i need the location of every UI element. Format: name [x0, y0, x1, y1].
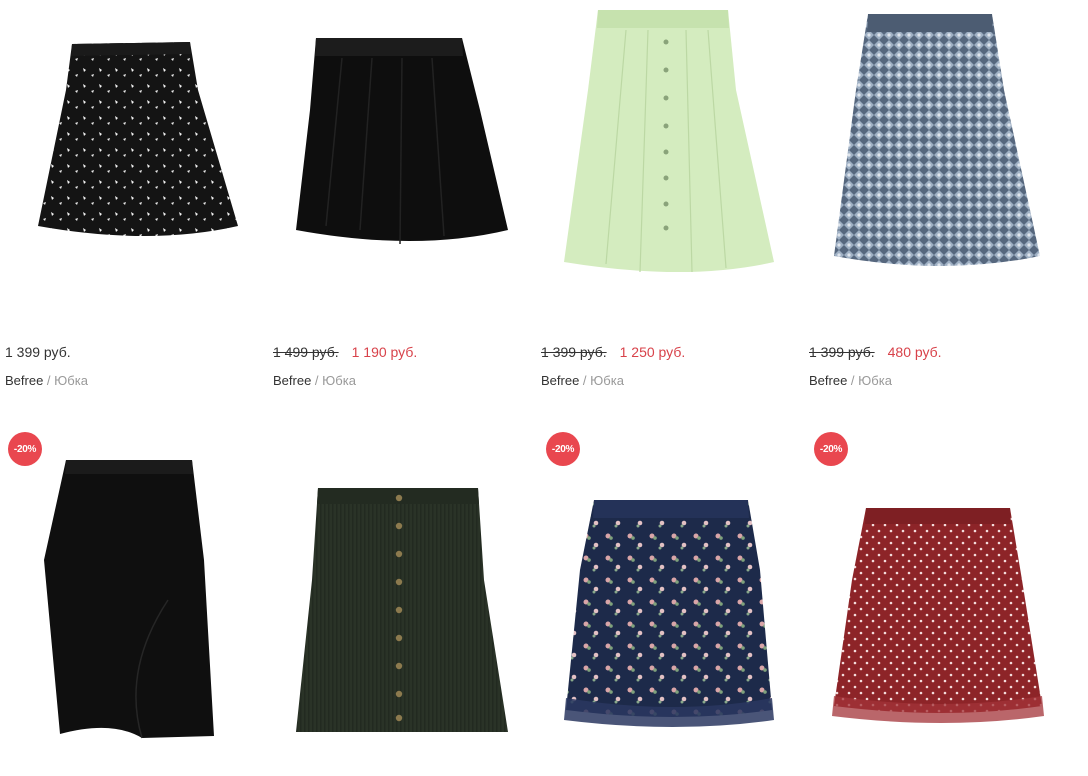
- separator: /: [847, 373, 859, 388]
- brand-category: Befree / Юбка: [809, 373, 892, 388]
- product-card[interactable]: 1 499 руб. 1 190 руб. Befree / Юбка: [268, 0, 536, 400]
- separator: /: [43, 373, 55, 388]
- brand-link[interactable]: Befree: [541, 373, 579, 388]
- price: 1 399 руб.: [5, 344, 71, 360]
- old-price: 1 499 руб.: [273, 344, 339, 360]
- discount-badge: -20%: [546, 432, 580, 466]
- separator: /: [311, 373, 323, 388]
- product-grid: 1 399 руб. Befree / Юбка 1 499 руб. 1 190…: [0, 0, 1088, 776]
- brand-category: Befree / Юбка: [5, 373, 88, 388]
- product-card[interactable]: 1 399 руб. 480 руб. Befree / Юбка: [804, 0, 1072, 400]
- brand-link[interactable]: Befree: [809, 373, 847, 388]
- sale-price: 1 190 руб.: [351, 344, 418, 360]
- sale-price: 1 250 руб.: [619, 344, 686, 360]
- brand-link[interactable]: Befree: [5, 373, 43, 388]
- old-price: 1 399 руб.: [541, 344, 607, 360]
- brand-category: Befree / Юбка: [541, 373, 624, 388]
- current-price: 1 399 руб.: [5, 344, 71, 360]
- category-link[interactable]: Юбка: [858, 373, 892, 388]
- product-card[interactable]: [268, 420, 536, 776]
- separator: /: [579, 373, 591, 388]
- category-link[interactable]: Юбка: [54, 373, 88, 388]
- old-price: 1 399 руб.: [809, 344, 875, 360]
- product-card[interactable]: 1 399 руб. 1 250 руб. Befree / Юбка: [536, 0, 804, 400]
- category-link[interactable]: Юбка: [590, 373, 624, 388]
- product-card[interactable]: -20%: [536, 420, 804, 776]
- brand-category: Befree / Юбка: [273, 373, 356, 388]
- price: 1 399 руб. 480 руб.: [809, 344, 942, 360]
- product-card[interactable]: -20%: [0, 420, 268, 776]
- product-card[interactable]: -20%: [804, 420, 1072, 776]
- sale-price: 480 руб.: [887, 344, 942, 360]
- category-link[interactable]: Юбка: [322, 373, 356, 388]
- price: 1 499 руб. 1 190 руб.: [273, 344, 417, 360]
- product-card[interactable]: 1 399 руб. Befree / Юбка: [0, 0, 268, 400]
- price: 1 399 руб. 1 250 руб.: [541, 344, 685, 360]
- discount-badge: -20%: [8, 432, 42, 466]
- discount-badge: -20%: [814, 432, 848, 466]
- brand-link[interactable]: Befree: [273, 373, 311, 388]
